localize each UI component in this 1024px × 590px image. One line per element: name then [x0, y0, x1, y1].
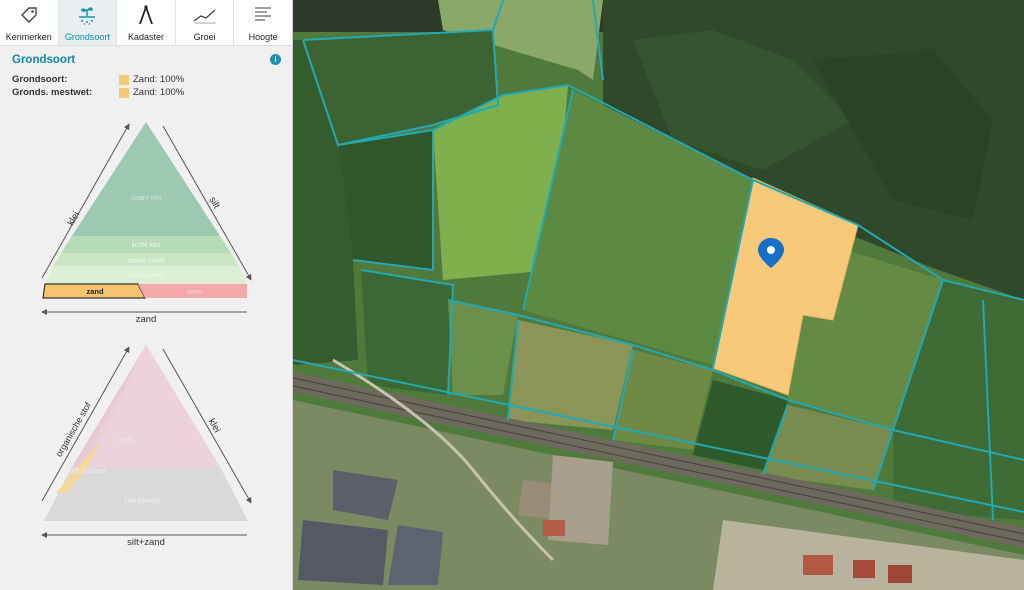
tab-hoogte[interactable]: Hoogte	[234, 0, 292, 45]
property-grondsoort: Grondsoort: Zand: 100%	[12, 74, 184, 85]
property-label: Grondsoort:	[12, 74, 68, 85]
roof	[543, 520, 565, 536]
growth-line-icon	[192, 2, 218, 28]
tab-groei[interactable]: Groei	[175, 0, 235, 45]
height-lines-icon	[250, 2, 276, 28]
tab-label: Kadaster	[127, 32, 164, 42]
tab-bar: Kenmerken Grondsoort Kadaster Groei Hoog…	[0, 0, 292, 46]
roof	[853, 560, 875, 578]
tab-label: Groei	[193, 32, 216, 42]
soil-plant-icon	[74, 2, 100, 28]
axis-label-bottom: zand	[136, 314, 157, 325]
zone-label: moerig op zand	[58, 468, 106, 475]
property-mestwet: Gronds. mestwet: Zand: 100%	[12, 87, 184, 98]
color-swatch	[119, 87, 129, 98]
axis-label-right: klei	[206, 417, 223, 435]
compass-icon	[133, 2, 159, 28]
zone-label: (zie boven)	[125, 498, 160, 505]
section-title: Grondsoort	[12, 54, 76, 66]
zone-label: zware klei	[130, 195, 162, 202]
side-panel: Kenmerken Grondsoort Kadaster Groei Hoog…	[0, 0, 293, 590]
roof	[888, 565, 912, 583]
tab-label: Hoogte	[248, 32, 278, 42]
roof	[803, 555, 833, 575]
tab-kadaster[interactable]: Kadaster	[117, 0, 176, 45]
property-value: Zand: 100%	[133, 87, 185, 98]
color-swatch	[119, 74, 129, 85]
tab-label: Kenmerken	[5, 32, 52, 42]
tab-label: Grondsoort	[64, 32, 110, 42]
solar-field	[298, 520, 388, 585]
soil-texture-triangle: zware klei lichte klei zware zavel licht…	[41, 122, 252, 325]
zone-label: zware zavel	[128, 258, 165, 265]
organic-matter-triangle: veen moerig op zand (zie boven) organisc…	[41, 345, 252, 548]
field	[338, 130, 433, 270]
zone-veen-fill	[80, 345, 220, 467]
property-label: Gronds. mestwet:	[12, 87, 93, 98]
tab-grondsoort[interactable]: Grondsoort	[58, 0, 118, 45]
satellite-map[interactable]	[293, 0, 1024, 590]
tab-kenmerken[interactable]: Kenmerken	[0, 0, 59, 45]
axis-label-right: silt	[206, 195, 222, 211]
zone-label: lichte klei	[132, 242, 161, 249]
zone-label: leem	[187, 289, 202, 296]
property-value: Zand: 100%	[133, 74, 185, 85]
zone-label: veen	[118, 437, 133, 444]
info-icon[interactable]: i	[270, 54, 281, 65]
zone-label: lichte zavel	[129, 272, 164, 279]
zone-zware-klei[interactable]	[72, 122, 220, 236]
tag-icon	[16, 2, 42, 28]
zone-label-selected: zand	[86, 287, 104, 296]
axis-label-bottom: silt+zand	[127, 537, 165, 548]
